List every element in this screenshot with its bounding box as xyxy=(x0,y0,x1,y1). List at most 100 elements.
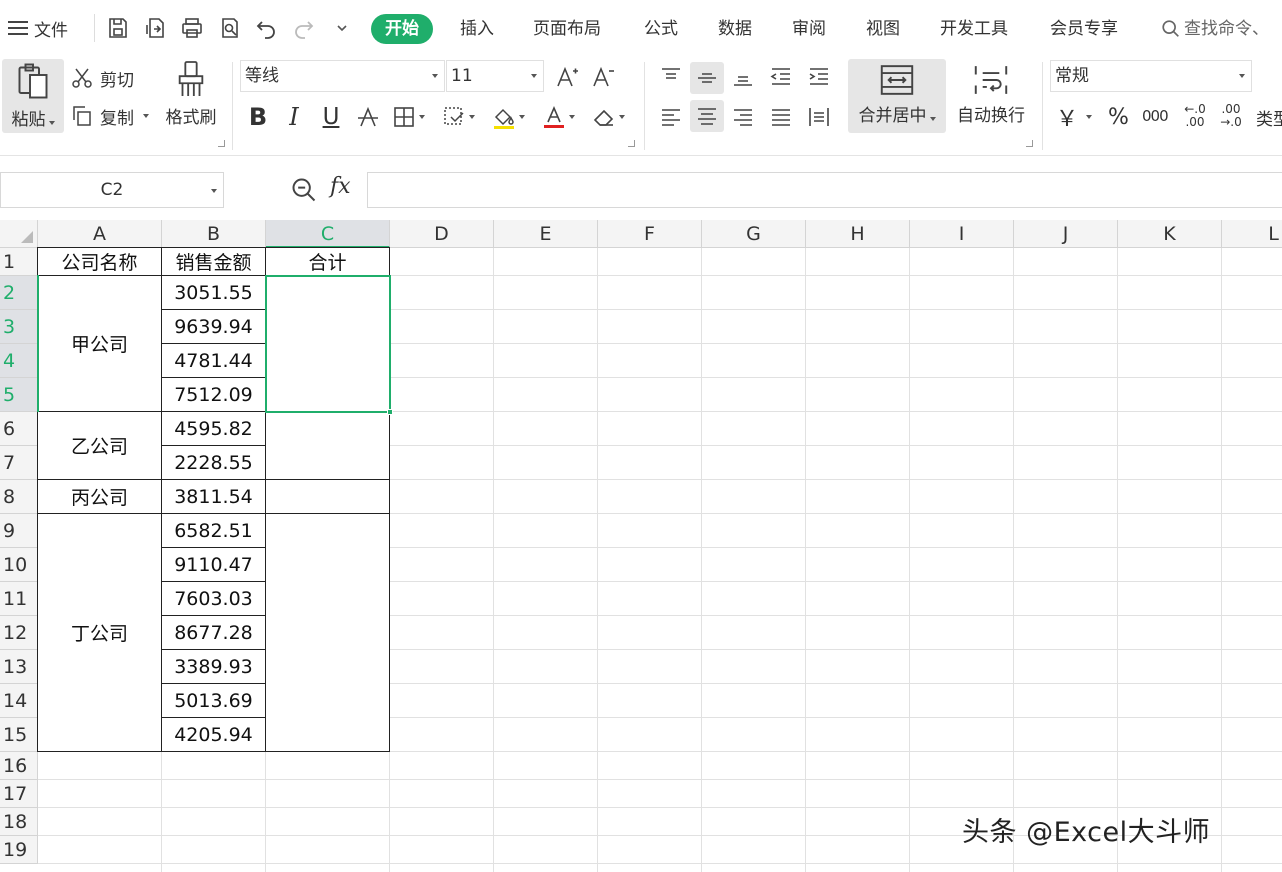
column-header-g[interactable]: G xyxy=(702,220,806,248)
row-header-8[interactable]: 8 xyxy=(0,480,38,514)
row-header-4[interactable]: 4 xyxy=(0,344,38,378)
cell-a1[interactable]: 公司名称 xyxy=(38,248,162,276)
column-header-b[interactable]: B xyxy=(162,220,266,248)
print-preview-icon[interactable] xyxy=(216,14,244,42)
undo-icon[interactable] xyxy=(252,14,280,42)
redo-icon[interactable] xyxy=(290,14,318,42)
clear-button[interactable] xyxy=(592,102,625,132)
borders-button[interactable] xyxy=(392,102,425,132)
column-header-e[interactable]: E xyxy=(494,220,598,248)
print-icon[interactable] xyxy=(178,14,206,42)
tab-review[interactable]: 审阅 xyxy=(792,14,826,44)
underline-button[interactable]: U xyxy=(318,102,344,132)
percent-button[interactable]: % xyxy=(1108,102,1129,132)
row-header-18[interactable]: 18 xyxy=(0,808,38,836)
total-cell[interactable] xyxy=(266,480,390,514)
align-center-button[interactable] xyxy=(690,100,724,132)
format-painter-button[interactable]: 格式刷 xyxy=(160,59,222,133)
number-format-select[interactable]: 常规 xyxy=(1050,60,1252,92)
column-header-k[interactable]: K xyxy=(1118,220,1222,248)
sales-amount-cell[interactable]: 2228.55 xyxy=(162,446,266,480)
save-icon[interactable] xyxy=(104,14,132,42)
increase-font-size-button[interactable] xyxy=(552,62,582,92)
align-left-button[interactable] xyxy=(656,102,686,132)
spreadsheet-grid[interactable]: A B C D E F G H I J K L 1 2 3 4 5 6 7 8 9 10 11 12 13 14 15 16 17 18 1… xyxy=(0,220,1282,872)
zoom-icon[interactable] xyxy=(290,176,318,204)
file-menu[interactable]: 文件 xyxy=(8,14,68,42)
tab-insert[interactable]: 插入 xyxy=(460,14,494,44)
row-header-9[interactable]: 9 xyxy=(0,514,38,548)
tab-data[interactable]: 数据 xyxy=(718,14,752,44)
currency-button[interactable]: ￥ xyxy=(1056,102,1093,132)
fill-handle[interactable] xyxy=(387,409,393,415)
row-header-13[interactable]: 13 xyxy=(0,650,38,684)
row-header-19[interactable]: 19 xyxy=(0,836,38,864)
sales-amount-cell[interactable]: 3811.54 xyxy=(162,480,266,514)
total-cell[interactable] xyxy=(266,514,390,752)
row-header-17[interactable]: 17 xyxy=(0,780,38,808)
align-top-button[interactable] xyxy=(656,62,686,92)
export-icon[interactable] xyxy=(142,14,170,42)
align-bottom-button[interactable] xyxy=(728,62,758,92)
formula-input[interactable] xyxy=(367,172,1282,208)
merge-center-button[interactable]: 合并居中 xyxy=(848,59,946,133)
align-right-button[interactable] xyxy=(728,102,758,132)
clipboard-group-corner[interactable] xyxy=(218,140,225,147)
font-name-select[interactable]: 等线 xyxy=(240,60,445,92)
sales-amount-cell[interactable]: 4781.44 xyxy=(162,344,266,378)
increase-decimal-button[interactable]: ←.0 .00 xyxy=(1180,100,1210,132)
row-header-10[interactable]: 10 xyxy=(0,548,38,582)
column-header-a[interactable]: A xyxy=(38,220,162,248)
copy-button[interactable]: 复制 xyxy=(70,102,149,130)
font-group-corner[interactable] xyxy=(628,140,635,147)
company-name-cell[interactable]: 丙公司 xyxy=(38,480,162,514)
column-header-i[interactable]: I xyxy=(910,220,1014,248)
paste-button[interactable]: 粘贴 xyxy=(2,59,64,133)
type-convert-button[interactable]: 类型 xyxy=(1256,102,1282,132)
company-name-cell[interactable]: 乙公司 xyxy=(38,412,162,480)
fill-color-button[interactable] xyxy=(492,102,525,132)
row-header-3[interactable]: 3 xyxy=(0,310,38,344)
column-header-c[interactable]: C xyxy=(266,220,390,248)
justify-button[interactable] xyxy=(766,102,796,132)
row-header-11[interactable]: 11 xyxy=(0,582,38,616)
tab-view[interactable]: 视图 xyxy=(866,14,900,44)
insert-function-button[interactable]: fx xyxy=(330,174,351,199)
tab-home[interactable]: 开始 xyxy=(371,14,433,44)
name-box[interactable]: C2 xyxy=(0,172,224,208)
sales-amount-cell[interactable]: 5013.69 xyxy=(162,684,266,718)
column-header-h[interactable]: H xyxy=(806,220,910,248)
tab-formulas[interactable]: 公式 xyxy=(644,14,678,44)
wrap-text-button[interactable]: 自动换行 xyxy=(952,59,1030,133)
column-header-d[interactable]: D xyxy=(390,220,494,248)
decrease-font-size-button[interactable] xyxy=(588,62,618,92)
column-header-l[interactable]: L xyxy=(1222,220,1282,248)
sales-amount-cell[interactable]: 7512.09 xyxy=(162,378,266,412)
sales-amount-cell[interactable]: 3051.55 xyxy=(162,276,266,310)
strikethrough-button[interactable] xyxy=(354,102,382,132)
decrease-indent-button[interactable] xyxy=(766,62,796,92)
sales-amount-cell[interactable]: 4205.94 xyxy=(162,718,266,752)
total-cell[interactable] xyxy=(266,412,390,480)
sales-amount-cell[interactable]: 3389.93 xyxy=(162,650,266,684)
sales-amount-cell[interactable]: 7603.03 xyxy=(162,582,266,616)
row-header-7[interactable]: 7 xyxy=(0,446,38,480)
tab-member[interactable]: 会员专享 xyxy=(1050,14,1118,44)
cell-c1[interactable]: 合计 xyxy=(266,248,390,276)
sales-amount-cell[interactable]: 9110.47 xyxy=(162,548,266,582)
column-header-j[interactable]: J xyxy=(1014,220,1118,248)
font-size-select[interactable]: 11 xyxy=(446,60,544,92)
row-header-15[interactable]: 15 xyxy=(0,718,38,752)
column-header-f[interactable]: F xyxy=(598,220,702,248)
alignment-group-corner[interactable] xyxy=(1026,140,1033,147)
font-color-button[interactable] xyxy=(542,102,575,132)
increase-indent-button[interactable] xyxy=(804,62,834,92)
row-header-16[interactable]: 16 xyxy=(0,752,38,780)
sales-amount-cell[interactable]: 6582.51 xyxy=(162,514,266,548)
cell-style-button[interactable] xyxy=(442,102,475,132)
row-header-12[interactable]: 12 xyxy=(0,616,38,650)
row-header-14[interactable]: 14 xyxy=(0,684,38,718)
align-middle-button[interactable] xyxy=(690,62,724,94)
thousands-separator-button[interactable]: 000 xyxy=(1142,100,1169,132)
italic-button[interactable]: I xyxy=(282,102,306,132)
